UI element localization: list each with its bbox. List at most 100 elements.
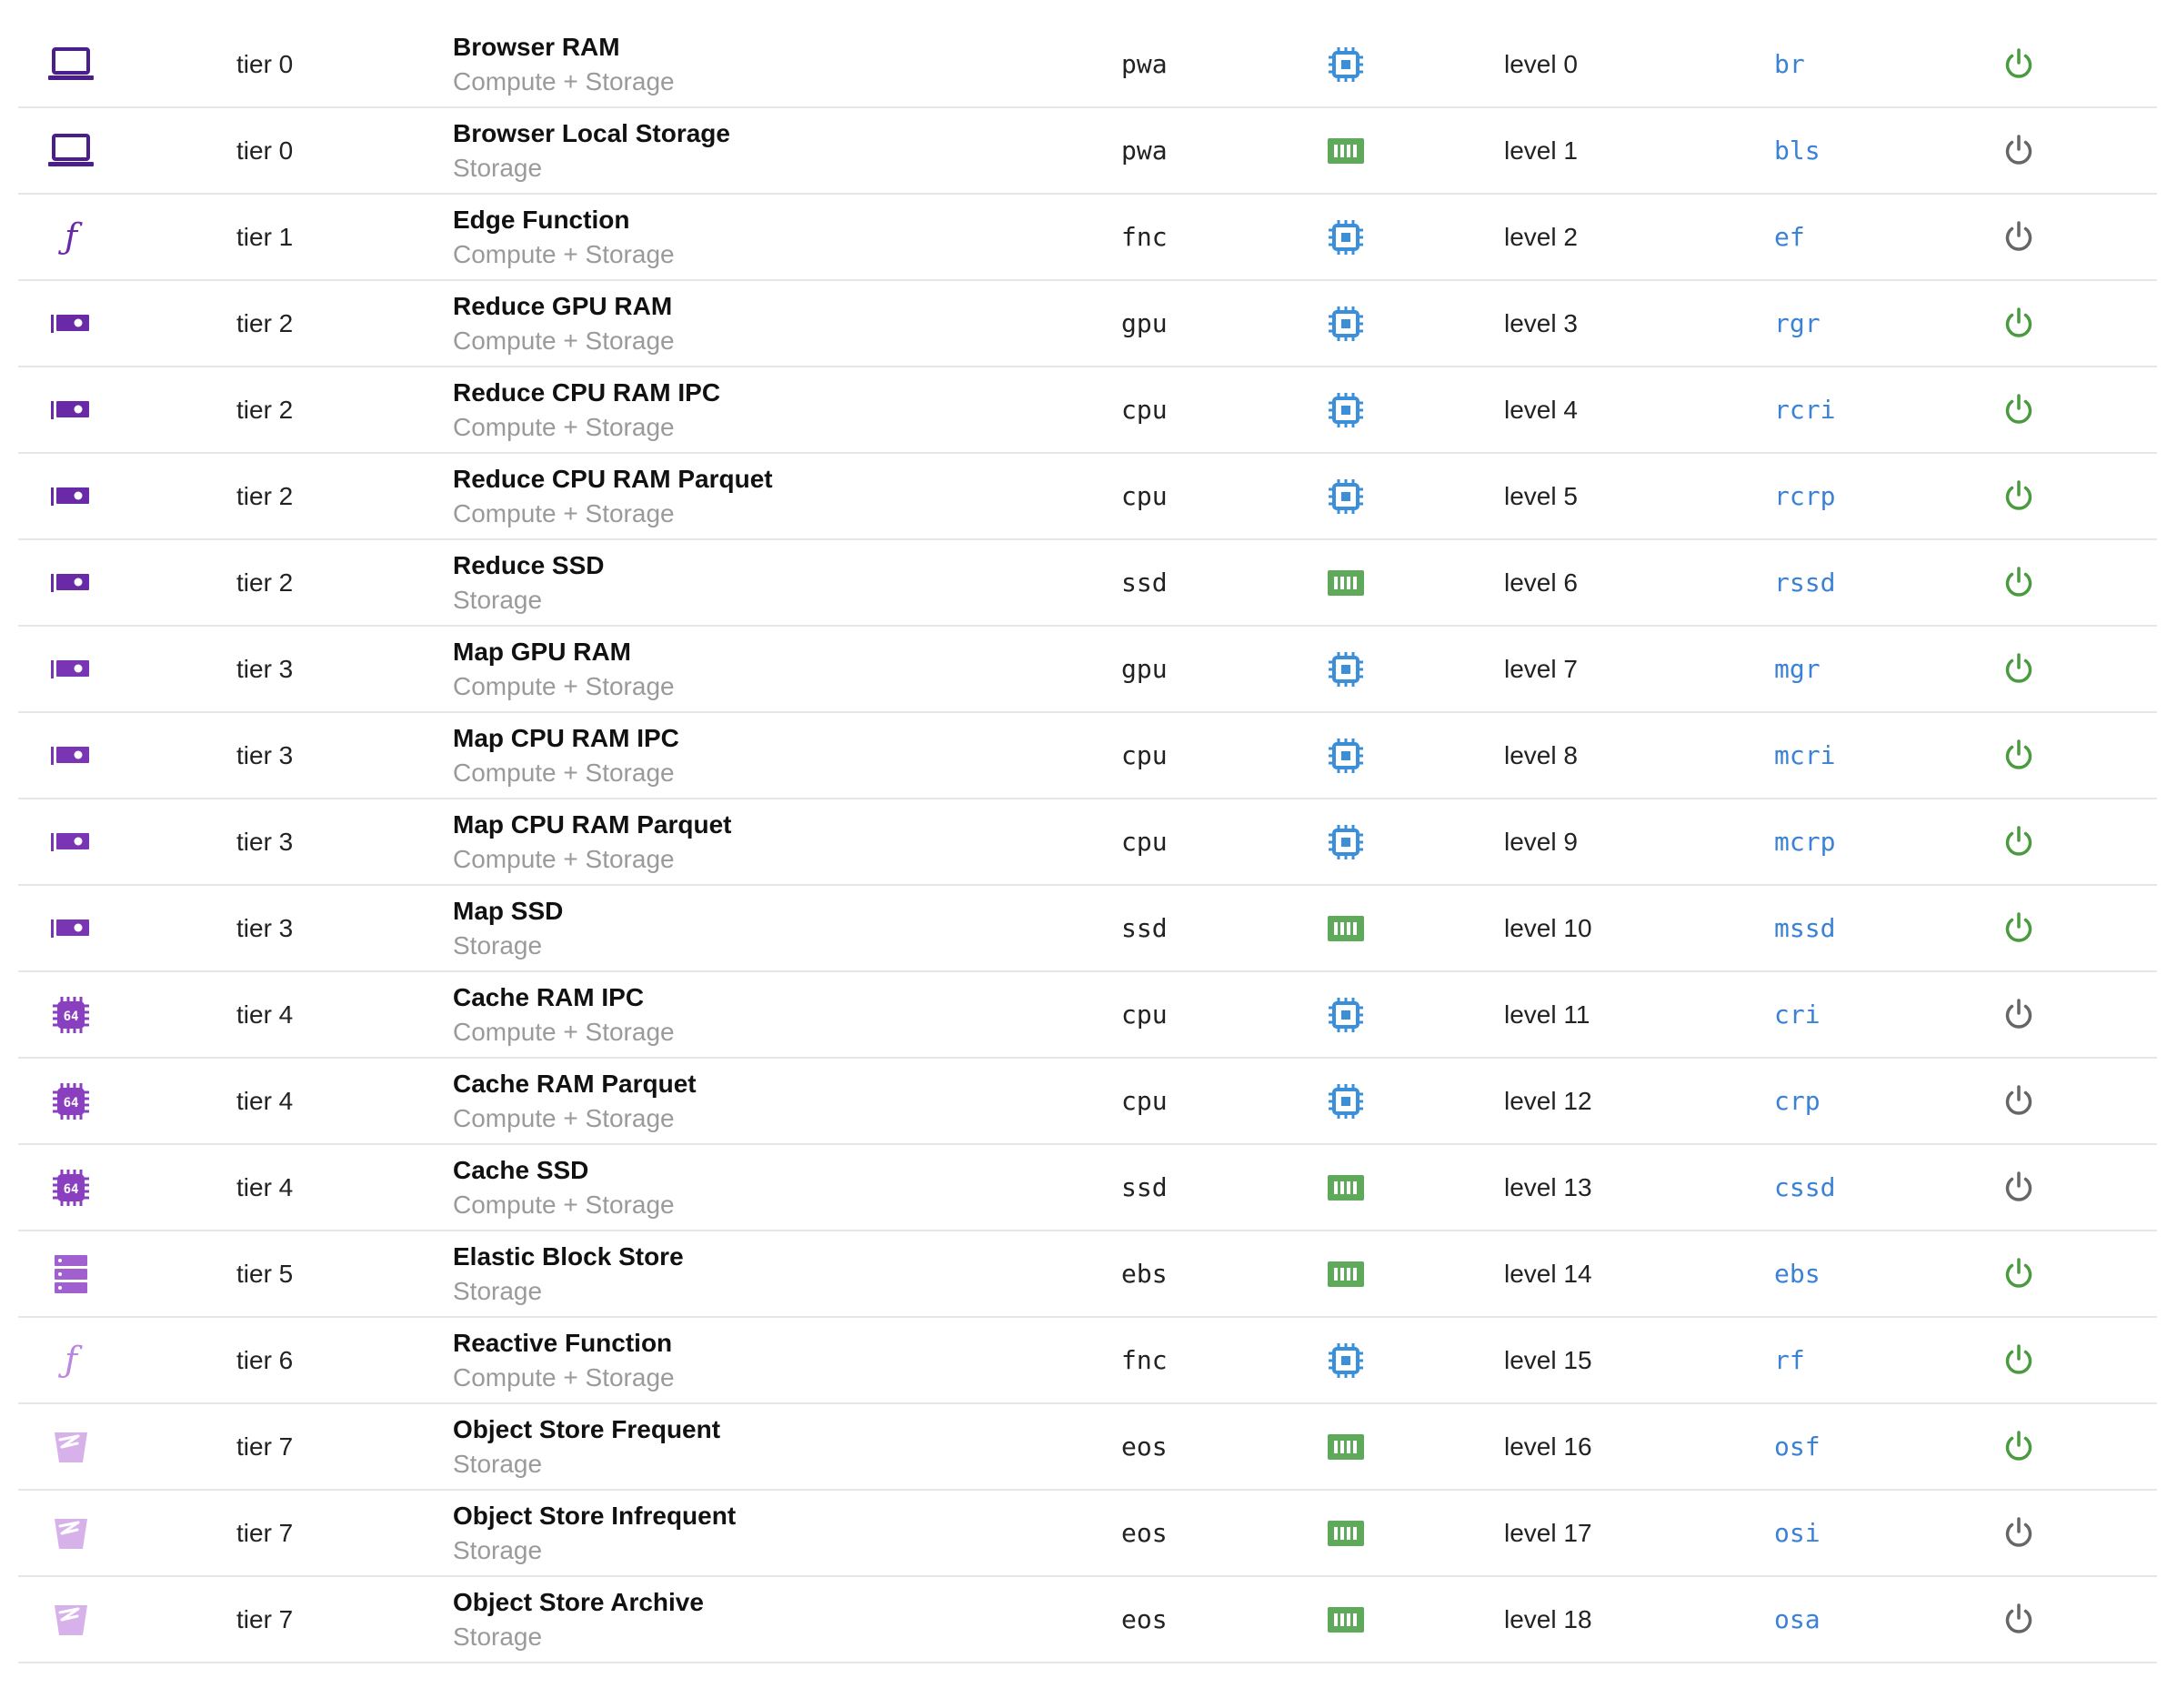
power-toggle-button[interactable]	[1991, 195, 2046, 279]
platform-code: cpu	[1121, 740, 1168, 770]
table-row[interactable]: ƒ tier 1 Edge Function Compute + Storage…	[18, 195, 2157, 281]
power-icon	[2002, 1516, 2035, 1551]
tier-type-icon-cell	[44, 713, 98, 798]
laptop-icon	[47, 46, 95, 83]
table-row[interactable]: tier 7 Object Store Infrequent Storage e…	[18, 1491, 2157, 1577]
level-label: level 13	[1504, 1172, 1592, 1201]
power-toggle-button[interactable]	[1991, 454, 2046, 538]
service-abbreviation-link[interactable]: rcrp	[1774, 454, 1835, 538]
service-abbreviation-link[interactable]: rgr	[1774, 281, 1821, 366]
platform-code: ssd	[1121, 913, 1168, 943]
tier-label: tier 2	[236, 395, 294, 424]
power-toggle-button[interactable]	[1991, 886, 2046, 970]
service-abbreviation-link[interactable]: rssd	[1774, 540, 1835, 625]
resource-icon-cell	[1319, 713, 1373, 798]
table-row[interactable]: tier 3 Map GPU RAM Compute + Storage gpu…	[18, 627, 2157, 713]
power-toggle-button[interactable]	[1991, 281, 2046, 366]
level-label: level 6	[1504, 568, 1578, 597]
power-toggle-button[interactable]	[1991, 627, 2046, 711]
level-label: level 18	[1504, 1604, 1592, 1633]
power-toggle-button[interactable]	[1991, 1059, 2046, 1143]
table-row[interactable]: tier 2 Reduce CPU RAM Parquet Compute + …	[18, 454, 2157, 540]
power-toggle-button[interactable]	[1991, 1318, 2046, 1402]
memory-icon	[1327, 1433, 1365, 1461]
service-name: Reduce GPU RAM	[453, 291, 673, 320]
table-row[interactable]: tier 3 Map CPU RAM Parquet Compute + Sto…	[18, 799, 2157, 886]
cpu-chip-icon	[1328, 651, 1364, 688]
level-label: level 2	[1504, 222, 1578, 251]
power-icon	[2002, 998, 2035, 1032]
table-row[interactable]: 64 tier 4 Cache RAM IPC Compute + Storag…	[18, 972, 2157, 1059]
table-row[interactable]: ƒ tier 6 Reactive Function Compute + Sto…	[18, 1318, 2157, 1404]
gpu-card-icon	[51, 916, 91, 941]
bucket-icon	[53, 1602, 89, 1638]
gpu-card-icon	[51, 829, 91, 855]
service-abbreviation-link[interactable]: osa	[1774, 1577, 1821, 1662]
power-toggle-button[interactable]	[1991, 1577, 2046, 1662]
service-name: Map CPU RAM IPC	[453, 723, 679, 752]
power-toggle-button[interactable]	[1991, 972, 2046, 1057]
service-abbreviation-link[interactable]: cssd	[1774, 1145, 1835, 1230]
power-icon	[2002, 652, 2035, 687]
service-name: Object Store Archive	[453, 1587, 704, 1616]
level-label: level 8	[1504, 740, 1578, 769]
table-row[interactable]: tier 0 Browser RAM Compute + Storage pwa…	[18, 22, 2157, 108]
service-abbreviation-link[interactable]: mcrp	[1774, 799, 1835, 884]
service-abbreviation-link[interactable]: rcri	[1774, 367, 1835, 452]
table-row[interactable]: 64 tier 4 Cache RAM Parquet Compute + St…	[18, 1059, 2157, 1145]
service-abbreviation-link[interactable]: cri	[1774, 972, 1821, 1057]
table-row[interactable]: tier 3 Map CPU RAM IPC Compute + Storage…	[18, 713, 2157, 799]
resource-icon-cell	[1319, 1577, 1373, 1662]
table-row[interactable]: tier 2 Reduce GPU RAM Compute + Storage …	[18, 281, 2157, 367]
gpu-card-icon	[51, 743, 91, 769]
service-abbreviation-link[interactable]: crp	[1774, 1059, 1821, 1143]
table-row[interactable]: tier 7 Object Store Archive Storage eos …	[18, 1577, 2157, 1663]
service-abbreviation-link[interactable]: mssd	[1774, 886, 1835, 970]
table-row[interactable]: tier 0 Browser Local Storage Storage pwa…	[18, 108, 2157, 195]
platform-code: eos	[1121, 1432, 1168, 1462]
table-row[interactable]: tier 2 Reduce CPU RAM IPC Compute + Stor…	[18, 367, 2157, 454]
table-row[interactable]: tier 3 Map SSD Storage ssd level 10 mssd	[18, 886, 2157, 972]
table-row[interactable]: tier 7 Object Store Frequent Storage eos…	[18, 1404, 2157, 1491]
service-kind: Storage	[453, 1276, 543, 1305]
resource-icon-cell	[1319, 1059, 1373, 1143]
power-toggle-button[interactable]	[1991, 22, 2046, 106]
level-label: level 3	[1504, 308, 1578, 337]
power-toggle-button[interactable]	[1991, 1404, 2046, 1489]
service-abbreviation-link[interactable]: ef	[1774, 195, 1805, 279]
service-kind: Storage	[453, 585, 543, 614]
memory-icon	[1327, 1520, 1365, 1547]
service-abbreviation-link[interactable]: osf	[1774, 1404, 1821, 1489]
service-abbreviation-link[interactable]: bls	[1774, 108, 1821, 193]
power-toggle-button[interactable]	[1991, 1145, 2046, 1230]
service-abbreviation-link[interactable]: mgr	[1774, 627, 1821, 711]
power-toggle-button[interactable]	[1991, 1231, 2046, 1316]
power-icon	[2002, 1430, 2035, 1464]
table-row[interactable]: tier 5 Elastic Block Store Storage ebs l…	[18, 1231, 2157, 1318]
service-abbreviation-link[interactable]: br	[1774, 22, 1805, 106]
service-kind: Compute + Storage	[453, 66, 675, 95]
service-abbreviation-link[interactable]: mcri	[1774, 713, 1835, 798]
level-label: level 17	[1504, 1518, 1592, 1547]
service-kind: Compute + Storage	[453, 498, 675, 527]
power-icon	[2002, 1343, 2035, 1378]
power-toggle-button[interactable]	[1991, 108, 2046, 193]
service-name: Reduce SSD	[453, 550, 605, 579]
table-row[interactable]: 64 tier 4 Cache SSD Compute + Storage ss…	[18, 1145, 2157, 1231]
storage-tier-table: tier 0 Browser RAM Compute + Storage pwa…	[18, 22, 2157, 1663]
level-label: level 4	[1504, 395, 1578, 424]
power-toggle-button[interactable]	[1991, 713, 2046, 798]
service-abbreviation-link[interactable]: osi	[1774, 1491, 1821, 1575]
power-toggle-button[interactable]	[1991, 367, 2046, 452]
power-toggle-button[interactable]	[1991, 1491, 2046, 1575]
platform-code: cpu	[1121, 1000, 1168, 1030]
table-row[interactable]: tier 2 Reduce SSD Storage ssd level 6 rs…	[18, 540, 2157, 627]
service-kind: Compute + Storage	[453, 412, 675, 441]
service-abbreviation-link[interactable]: ebs	[1774, 1231, 1821, 1316]
tier-label: tier 7	[236, 1518, 294, 1547]
power-toggle-button[interactable]	[1991, 540, 2046, 625]
service-name: Reactive Function	[453, 1328, 673, 1357]
service-kind: Storage	[453, 930, 543, 959]
power-toggle-button[interactable]	[1991, 799, 2046, 884]
service-abbreviation-link[interactable]: rf	[1774, 1318, 1805, 1402]
